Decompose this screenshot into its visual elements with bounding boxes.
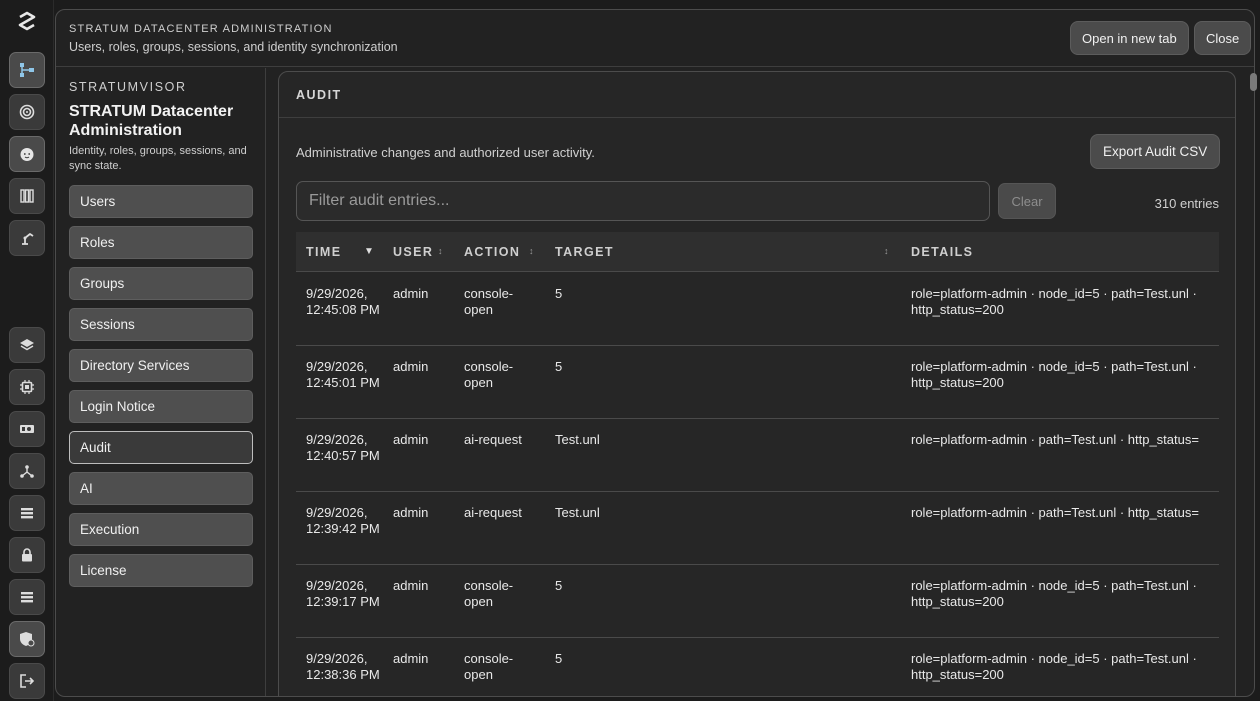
sort-icon[interactable]: ↕ bbox=[529, 246, 534, 256]
baby-face-icon[interactable] bbox=[9, 136, 45, 172]
cell-details: role=platform-admin · node_id=5 · path=T… bbox=[911, 578, 1197, 609]
open-new-tab-button[interactable]: Open in new tab bbox=[1070, 21, 1189, 55]
sidebar-item-users[interactable]: Users bbox=[69, 185, 253, 218]
sidebar-item-roles[interactable]: Roles bbox=[69, 226, 253, 259]
header-kicker: STRATUM DATACENTER ADMINISTRATION bbox=[69, 23, 333, 35]
cell-target: 5 bbox=[555, 286, 563, 301]
cell-time: 9/29/2026, 12:45:01 PM bbox=[306, 359, 380, 390]
sort-icon[interactable]: ↕ bbox=[438, 246, 443, 256]
cell-action: console-open bbox=[464, 359, 514, 390]
header-subtitle: Users, roles, groups, sessions, and iden… bbox=[69, 40, 398, 54]
audit-panel: AUDIT Administrative changes and authori… bbox=[278, 71, 1236, 696]
icon-rail bbox=[0, 0, 54, 701]
sidebar-item-login-notice[interactable]: Login Notice bbox=[69, 390, 253, 423]
cell-target: 5 bbox=[555, 359, 563, 374]
cell-user: admin bbox=[393, 286, 429, 301]
cell-time: 9/29/2026, 12:38:36 PM bbox=[306, 651, 380, 682]
cell-details: role=platform-admin · path=Test.unl · ht… bbox=[911, 505, 1199, 520]
table-row[interactable]: 9/29/2026, 12:45:08 PM admin console-ope… bbox=[296, 273, 1219, 346]
column-header-action[interactable]: ACTION bbox=[464, 232, 520, 272]
table-row[interactable]: 9/29/2026, 12:40:57 PM admin ai-request … bbox=[296, 419, 1219, 492]
close-button[interactable]: Close bbox=[1194, 21, 1252, 55]
target-icon[interactable] bbox=[9, 94, 45, 130]
sidebar-description: Identity, roles, groups, sessions, and s… bbox=[69, 145, 247, 172]
admin-shield-icon[interactable] bbox=[9, 621, 45, 657]
cell-details: role=platform-admin · node_id=5 · path=T… bbox=[911, 651, 1197, 682]
scrollbar-thumb[interactable] bbox=[1250, 73, 1257, 91]
chip-icon[interactable] bbox=[9, 369, 45, 405]
sidebar-item-license[interactable]: License bbox=[69, 554, 253, 587]
admin-window: STRATUM DATACENTER ADMINISTRATION Users,… bbox=[55, 9, 1255, 697]
audit-divider bbox=[279, 117, 1235, 118]
topology-icon[interactable] bbox=[9, 52, 45, 88]
cell-time: 9/29/2026, 12:39:42 PM bbox=[306, 505, 380, 536]
cell-details: role=platform-admin · node_id=5 · path=T… bbox=[911, 359, 1197, 390]
sidebar-item-execution[interactable]: Execution bbox=[69, 513, 253, 546]
cell-details: role=platform-admin · node_id=5 · path=T… bbox=[911, 286, 1197, 317]
sidebar-item-sessions[interactable]: Sessions bbox=[69, 308, 253, 341]
inventory-rack-icon[interactable] bbox=[9, 178, 45, 214]
cell-target: 5 bbox=[555, 651, 563, 666]
cell-details: role=platform-admin · path=Test.unl · ht… bbox=[911, 432, 1199, 447]
audit-title: AUDIT bbox=[296, 88, 342, 102]
sidebar-item-groups[interactable]: Groups bbox=[69, 267, 253, 300]
audit-description: Administrative changes and authorized us… bbox=[296, 145, 595, 160]
audit-filter-input[interactable] bbox=[296, 181, 990, 221]
cell-user: admin bbox=[393, 359, 429, 374]
network-tree-icon[interactable] bbox=[9, 453, 45, 489]
server-list-icon[interactable] bbox=[9, 579, 45, 615]
sidebar-title: STRATUM Datacenter Administration bbox=[69, 103, 234, 139]
column-header-target[interactable]: TARGET bbox=[555, 232, 614, 272]
table-row[interactable]: 9/29/2026, 12:39:42 PM admin ai-request … bbox=[296, 492, 1219, 565]
audit-table-header: TIME ▼ USER ↕ ACTION ↕ TARGET ↕ DETAILS bbox=[296, 232, 1219, 272]
cell-action: console-open bbox=[464, 578, 514, 609]
admin-sidebar: STRATUMVISOR STRATUM Datacenter Administ… bbox=[56, 68, 266, 696]
cell-time: 9/29/2026, 12:40:57 PM bbox=[306, 432, 380, 463]
logout-icon[interactable] bbox=[9, 663, 45, 699]
export-audit-csv-button[interactable]: Export Audit CSV bbox=[1090, 134, 1221, 169]
cell-user: admin bbox=[393, 505, 429, 520]
table-row[interactable]: 9/29/2026, 12:38:36 PM admin console-ope… bbox=[296, 638, 1219, 696]
list-icon[interactable] bbox=[9, 495, 45, 531]
cell-action: ai-request bbox=[464, 432, 522, 447]
table-row[interactable]: 9/29/2026, 12:39:17 PM admin console-ope… bbox=[296, 565, 1219, 638]
column-header-user[interactable]: USER bbox=[393, 232, 433, 272]
table-row[interactable]: 9/29/2026, 12:45:01 PM admin console-ope… bbox=[296, 346, 1219, 419]
cell-time: 9/29/2026, 12:39:17 PM bbox=[306, 578, 380, 609]
cell-user: admin bbox=[393, 578, 429, 593]
sort-icon[interactable]: ↕ bbox=[884, 246, 889, 256]
cell-time: 9/29/2026, 12:45:08 PM bbox=[306, 286, 380, 317]
column-header-details[interactable]: DETAILS bbox=[911, 232, 973, 272]
cell-user: admin bbox=[393, 432, 429, 447]
column-header-time[interactable]: TIME bbox=[306, 232, 341, 272]
cell-user: admin bbox=[393, 651, 429, 666]
cell-action: console-open bbox=[464, 286, 514, 317]
robot-arm-icon[interactable] bbox=[9, 220, 45, 256]
cell-action: console-open bbox=[464, 651, 514, 682]
clear-filter-button[interactable]: Clear bbox=[998, 183, 1056, 219]
cell-action: ai-request bbox=[464, 505, 522, 520]
cell-target: Test.unl bbox=[555, 432, 600, 447]
window-header: STRATUM DATACENTER ADMINISTRATION Users,… bbox=[56, 10, 1254, 67]
lock-icon[interactable] bbox=[9, 537, 45, 573]
audit-entry-count: 310 entries bbox=[1154, 196, 1219, 211]
sort-desc-icon[interactable]: ▼ bbox=[364, 246, 374, 257]
sidebar-item-ai[interactable]: AI bbox=[69, 472, 253, 505]
stratum-logo-icon[interactable] bbox=[14, 9, 40, 35]
gpu-card-icon[interactable] bbox=[9, 411, 45, 447]
sidebar-item-audit[interactable]: Audit bbox=[69, 431, 253, 464]
sidebar-brand: STRATUMVISOR bbox=[69, 80, 187, 94]
sidebar-item-directory-services[interactable]: Directory Services bbox=[69, 349, 253, 382]
layers-icon[interactable] bbox=[9, 327, 45, 363]
cell-target: 5 bbox=[555, 578, 563, 593]
cell-target: Test.unl bbox=[555, 505, 600, 520]
